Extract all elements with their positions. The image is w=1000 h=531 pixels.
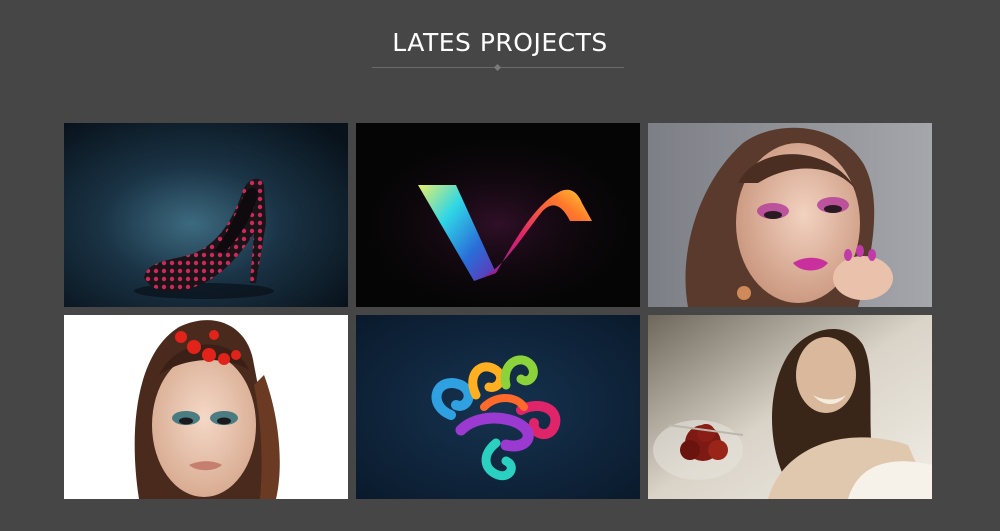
project-tile-v-logo[interactable]: [356, 123, 640, 307]
v-logo-image: [356, 123, 640, 307]
project-tile-bridal-portrait[interactable]: [648, 315, 932, 499]
bridal-portrait-image: [648, 315, 932, 499]
shoe-image: [64, 123, 348, 307]
swirl-logo-image: [356, 315, 640, 499]
project-tile-shoe[interactable]: [64, 123, 348, 307]
project-tile-hair-portrait[interactable]: [64, 315, 348, 499]
project-tile-makeup-portrait[interactable]: [648, 123, 932, 307]
project-gallery: [0, 0, 1000, 531]
project-tile-swirl-logo[interactable]: [356, 315, 640, 499]
makeup-portrait-image: [648, 123, 932, 307]
hair-portrait-image: [64, 315, 348, 499]
